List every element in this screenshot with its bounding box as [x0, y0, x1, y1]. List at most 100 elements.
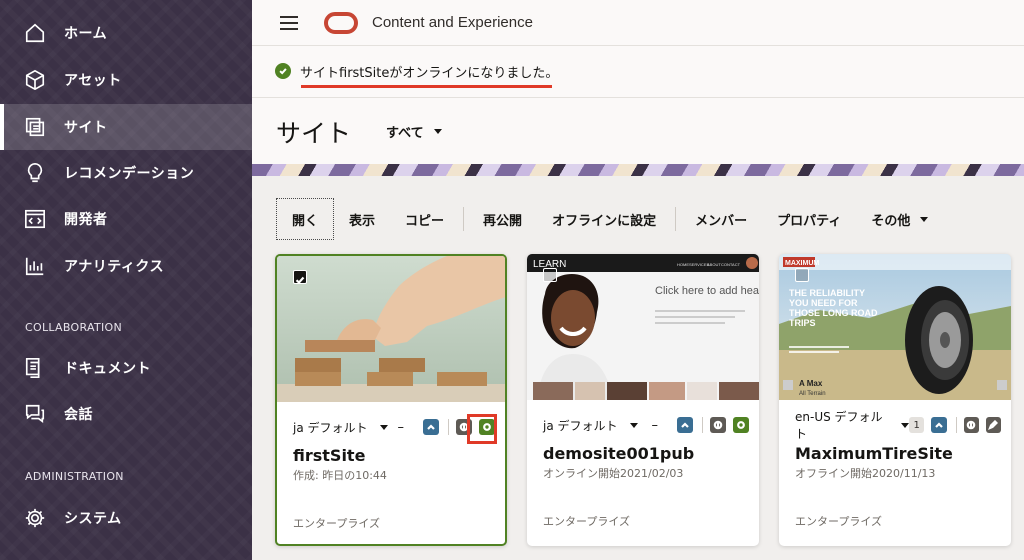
- chart-icon: [24, 255, 46, 277]
- sidebar-item-label: ホーム: [64, 26, 108, 42]
- sidebar-item-recommendations[interactable]: レコメンデーション: [0, 150, 252, 196]
- version-placeholder: –: [651, 417, 659, 433]
- sidebar-item-label: レコメンデーション: [64, 166, 195, 182]
- locale-label: ja デフォルト: [293, 420, 368, 435]
- site-card-demosite001pub[interactable]: LEARN HOME SERVICES ABOUT CONTACT Click …: [527, 254, 759, 546]
- edit-pencil-icon[interactable]: [985, 417, 1002, 433]
- republish-button[interactable]: 再公開: [468, 198, 537, 240]
- card-controls: ja デフォルト –: [293, 416, 495, 438]
- toolbar-divider: [675, 207, 677, 231]
- site-name: demosite001pub: [543, 444, 695, 463]
- check-circle-icon: [275, 63, 291, 79]
- filter-dropdown[interactable]: すべて: [386, 122, 442, 141]
- hamburger-menu-icon[interactable]: [280, 15, 298, 30]
- sidebar-item-documents[interactable]: ドキュメント: [0, 345, 252, 391]
- app-title: Content and Experience: [372, 14, 533, 31]
- site-thumbnail: MAXIMUM THE RELIABILITY YOU NEED FOR THO…: [779, 254, 1011, 400]
- locale-dropdown[interactable]: ja デフォルト: [543, 417, 638, 434]
- toolbar: 開く 表示 コピー 再公開 オフラインに設定 メンバー プロパティ その他: [276, 198, 943, 240]
- document-icon: [24, 357, 46, 379]
- sidebar-item-sites[interactable]: サイト: [0, 104, 252, 150]
- open-button[interactable]: 開く: [276, 198, 335, 240]
- sidebar-item-label: アセット: [64, 73, 122, 89]
- set-offline-button[interactable]: オフラインに設定: [537, 198, 671, 240]
- sidebar-item-analytics[interactable]: アナリティクス: [0, 243, 252, 289]
- code-icon: [24, 208, 46, 230]
- site-subtitle: 作成: 昨日の10:44: [293, 469, 387, 482]
- sidebar-item-developer[interactable]: 開発者: [0, 196, 252, 242]
- notification-bar: サイトfirstSiteがオンラインになりました。: [252, 46, 1024, 98]
- card-divider: [955, 417, 957, 433]
- sidebar-item-assets[interactable]: アセット: [0, 57, 252, 103]
- site-card-firstsite[interactable]: ja デフォルト – firstSite 作成: 昨日の10:44 エンタープラ…: [275, 254, 507, 546]
- thumb-nav-contact: CONTACT: [721, 262, 741, 267]
- site-governance-icon[interactable]: [710, 417, 726, 433]
- site-thumbnail: [277, 256, 505, 402]
- sidebar-item-label: システム: [64, 511, 122, 527]
- chevron-down-icon: [379, 424, 388, 430]
- lightbulb-icon: [24, 162, 46, 184]
- sidebar-item-label: 開発者: [64, 212, 108, 228]
- copy-button[interactable]: コピー: [390, 198, 459, 240]
- expand-up-icon[interactable]: [423, 419, 439, 435]
- sidebar: ホーム アセット サイト レコメンデーション 開発者 アナリティクス COLLA…: [0, 0, 252, 560]
- site-type: エンタープライズ: [543, 515, 631, 528]
- sidebar-item-conversations[interactable]: 会話: [0, 391, 252, 437]
- section-collaboration: COLLABORATION: [25, 321, 123, 334]
- sidebar-item-label: 会話: [64, 407, 93, 423]
- site-type: エンタープライズ: [293, 517, 381, 530]
- site-governance-icon[interactable]: [963, 417, 979, 433]
- properties-button[interactable]: プロパティ: [762, 198, 856, 240]
- thumb-headline: THE RELIABILITY YOU NEED FOR THOSE LONG …: [789, 288, 878, 328]
- site-name: MaximumTireSite: [795, 444, 953, 463]
- thumb-nav-about: ABOUT: [707, 262, 721, 267]
- site-name: firstSite: [293, 446, 366, 465]
- more-menu-button[interactable]: その他: [856, 198, 943, 240]
- chevron-down-icon: [901, 422, 910, 428]
- home-icon: [24, 22, 46, 44]
- view-button[interactable]: 表示: [334, 198, 390, 240]
- notification-text: サイトfirstSiteがオンラインになりました。: [300, 66, 559, 81]
- conversation-icon: [24, 403, 46, 425]
- expand-up-icon[interactable]: [677, 417, 693, 433]
- online-status-icon[interactable]: [733, 417, 749, 433]
- section-administration: ADMINISTRATION: [25, 470, 124, 483]
- thumb-brand: MAXIMUM: [785, 260, 819, 267]
- page-title: サイト: [276, 119, 352, 148]
- decorative-banner: [252, 164, 1024, 176]
- thumb-nav-home: HOME: [677, 262, 689, 267]
- locale-label: ja デフォルト: [543, 418, 618, 433]
- annotation-highlight-box: [467, 414, 497, 444]
- page-title-area: サイト すべて: [252, 98, 1024, 164]
- card-controls: en-US デフォルト 1: [795, 410, 1002, 441]
- sites-icon: [24, 116, 46, 138]
- sidebar-item-label: アナリティクス: [64, 259, 164, 275]
- card-divider: [702, 417, 703, 433]
- sidebar-item-label: サイト: [64, 120, 108, 136]
- card-divider: [448, 419, 449, 435]
- card-checkbox[interactable]: [795, 268, 809, 282]
- thumb-product-sub: All Terrain: [799, 391, 826, 397]
- locale-label: en-US デフォルト: [795, 410, 883, 441]
- site-subtitle: オンライン開始2021/02/03: [543, 467, 684, 480]
- cube-icon: [24, 69, 46, 91]
- version-placeholder: –: [397, 419, 405, 435]
- sidebar-item-system[interactable]: システム: [0, 495, 252, 541]
- app-header: Content and Experience: [252, 0, 1024, 46]
- filter-label: すべて: [386, 126, 424, 141]
- oracle-logo: [324, 11, 358, 34]
- members-button[interactable]: メンバー: [680, 198, 762, 240]
- annotation-underline: [301, 85, 552, 88]
- expand-up-icon[interactable]: [931, 417, 947, 433]
- card-checkbox[interactable]: [543, 268, 557, 282]
- sidebar-item-label: ドキュメント: [64, 361, 151, 377]
- sidebar-item-home[interactable]: ホーム: [0, 10, 252, 56]
- chevron-down-icon: [629, 422, 638, 428]
- site-subtitle: オフライン開始2020/11/13: [795, 467, 936, 480]
- toolbar-divider: [463, 207, 465, 231]
- locale-dropdown[interactable]: en-US デフォルト: [795, 408, 910, 442]
- site-card-maximumtiresite[interactable]: MAXIMUM THE RELIABILITY YOU NEED FOR THO…: [779, 254, 1011, 546]
- locale-dropdown[interactable]: ja デフォルト: [293, 419, 388, 436]
- card-checkbox[interactable]: [293, 270, 307, 285]
- site-type: エンタープライズ: [795, 515, 883, 528]
